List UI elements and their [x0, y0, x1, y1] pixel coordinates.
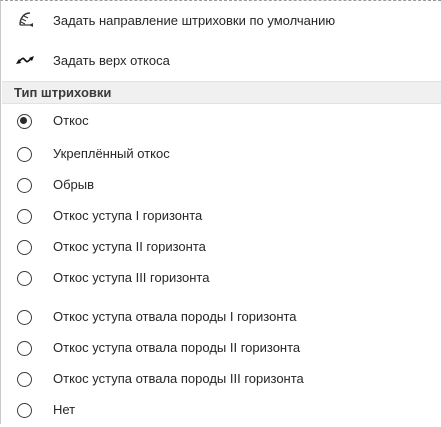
radio-button[interactable] [17, 372, 32, 387]
radio-button[interactable] [17, 271, 32, 286]
radio-button-checked[interactable] [17, 114, 32, 129]
hatch-type-option-cliff[interactable]: Обрыв [1, 172, 441, 202]
hatch-direction-icon [19, 12, 33, 27]
slope-top-arrows-icon [16, 56, 34, 64]
hatch-type-option-bench-slope-i[interactable]: Откос уступа I горизонта [1, 203, 441, 233]
hatch-type-option-label: Нет [53, 402, 76, 417]
hatch-type-option-dump-bench-slope-ii[interactable]: Откос уступа отвала породы II горизонта [1, 335, 441, 365]
set-slope-top-label: Задать верх откоса [53, 52, 170, 68]
set-slope-top-menu-item[interactable]: Задать верх откоса [1, 47, 441, 73]
radio-button[interactable] [17, 147, 32, 162]
hatch-type-option-slope[interactable]: Откос [1, 108, 441, 138]
hatch-type-option-label: Укреплённый откос [53, 146, 170, 161]
hatch-type-option-label: Откос уступа I горизонта [53, 208, 203, 223]
hatch-type-option-dump-bench-slope-i[interactable]: Откос уступа отвала породы I горизонта [1, 304, 441, 334]
radio-button[interactable] [17, 178, 32, 193]
hatch-type-option-label: Откос уступа отвала породы II горизонта [53, 340, 301, 355]
hatch-type-option-label: Откос уступа отвала породы III горизонта [53, 371, 304, 386]
hatch-type-option-bench-slope-ii[interactable]: Откос уступа II горизонта [1, 234, 441, 264]
hatch-type-option-label: Откос уступа II горизонта [53, 239, 206, 254]
hatch-type-option-label: Откос [53, 113, 89, 128]
hatch-type-option-dump-bench-slope-iii[interactable]: Откос уступа отвала породы III горизонта [1, 366, 441, 396]
hatch-type-option-none[interactable]: Нет [1, 397, 441, 427]
radio-button[interactable] [17, 403, 32, 418]
hatch-type-option-bench-slope-iii[interactable]: Откос уступа III горизонта [1, 265, 441, 295]
set-default-hatch-direction-label: Задать направление штриховки по умолчани… [53, 12, 336, 28]
hatch-type-option-label: Откос уступа отвала породы I горизонта [53, 309, 297, 324]
hatch-type-option-label: Откос уступа III горизонта [53, 270, 210, 285]
hatch-context-menu: Задать направление штриховки по умолчани… [0, 0, 441, 424]
hatch-type-option-label: Обрыв [53, 177, 95, 192]
hatch-type-option-reinforced-slope[interactable]: Укреплённый откос [1, 141, 441, 171]
radio-button[interactable] [17, 341, 32, 356]
radio-button[interactable] [17, 209, 32, 224]
set-default-hatch-direction-menu-item[interactable]: Задать направление штриховки по умолчани… [1, 7, 441, 33]
hatch-type-title: Тип штриховки [14, 85, 112, 100]
hatch-type-section-header: Тип штриховки [2, 81, 441, 104]
radio-button[interactable] [17, 310, 32, 325]
radio-button[interactable] [17, 240, 32, 255]
